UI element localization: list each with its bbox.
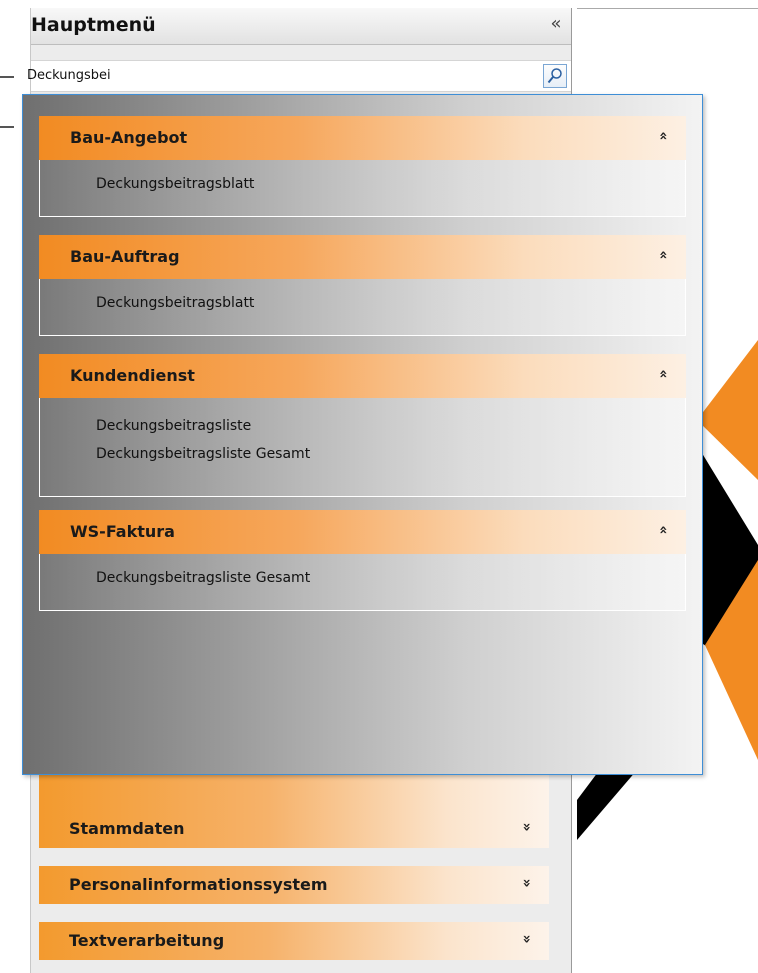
search-icon [547, 68, 562, 84]
result-group-header[interactable]: WS-Faktura » [39, 510, 686, 554]
result-group-label: Bau-Auftrag [70, 247, 180, 266]
menu-group-partial[interactable] [39, 772, 549, 810]
result-group-label: Bau-Angebot [70, 128, 188, 147]
result-item[interactable]: Deckungsbeitragsblatt [40, 289, 685, 317]
chevron-up-icon: » [655, 525, 672, 535]
chevron-up-icon: » [655, 131, 672, 141]
result-group-header[interactable]: Bau-Auftrag » [39, 235, 686, 279]
search-bar [27, 60, 571, 92]
chevron-up-icon: » [655, 250, 672, 260]
chevron-down-icon: » [518, 878, 535, 888]
search-results-popup: Bau-Angebot » Deckungsbeitragsblatt Bau-… [22, 94, 703, 775]
menu-group-personalinformationssystem[interactable]: Personalinformationssystem » [39, 866, 549, 904]
result-group-bau-angebot: Bau-Angebot » Deckungsbeitragsblatt [39, 116, 686, 217]
content-area-border [577, 8, 758, 9]
main-menu-title: Hauptmenü [31, 14, 156, 36]
result-group-header[interactable]: Kundendienst » [39, 354, 686, 398]
result-group-body: Deckungsbeitragsblatt [39, 279, 686, 336]
search-button[interactable] [543, 64, 567, 88]
search-input[interactable] [27, 64, 517, 86]
double-chevron-left-icon: « [550, 13, 562, 34]
chevron-down-icon: » [518, 934, 535, 944]
result-item[interactable]: Deckungsbeitragsliste Gesamt [40, 564, 685, 592]
menu-group-stammdaten[interactable]: Stammdaten » [39, 810, 549, 848]
result-group-bau-auftrag: Bau-Auftrag » Deckungsbeitragsblatt [39, 235, 686, 336]
main-menu-header: Hauptmenü « [31, 8, 571, 45]
result-group-body: Deckungsbeitragsblatt [39, 160, 686, 217]
result-item[interactable]: Deckungsbeitragsliste [40, 412, 685, 440]
menu-group-label: Stammdaten [69, 819, 185, 838]
result-group-ws-faktura: WS-Faktura » Deckungsbeitragsliste Gesam… [39, 510, 686, 611]
background-tick [0, 126, 14, 128]
background-tick [0, 76, 14, 78]
result-group-label: Kundendienst [70, 366, 195, 385]
menu-group-label: Personalinformationssystem [69, 875, 328, 894]
chevron-up-icon: » [655, 369, 672, 379]
menu-group-textverarbeitung[interactable]: Textverarbeitung » [39, 922, 549, 960]
menu-group-label: Textverarbeitung [69, 931, 225, 950]
result-item[interactable]: Deckungsbeitragsblatt [40, 170, 685, 198]
result-group-body: Deckungsbeitragsliste Deckungsbeitragsli… [39, 398, 686, 497]
result-group-kundendienst: Kundendienst » Deckungsbeitragsliste Dec… [39, 354, 686, 497]
result-item[interactable]: Deckungsbeitragsliste Gesamt [40, 440, 685, 468]
result-group-label: WS-Faktura [70, 522, 175, 541]
result-group-body: Deckungsbeitragsliste Gesamt [39, 554, 686, 611]
chevron-down-icon: » [518, 822, 535, 832]
result-group-header[interactable]: Bau-Angebot » [39, 116, 686, 160]
collapse-panel-button[interactable]: « [545, 14, 567, 36]
